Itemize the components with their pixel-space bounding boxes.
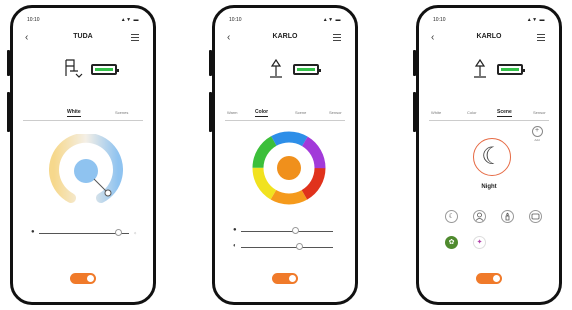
scene-person-icon[interactable] <box>473 210 486 223</box>
slider-thumb[interactable] <box>296 243 304 250</box>
phone-karlo-scene: 10:10 ▲▼ ▬ ‹ KARLO White Color Scene Sen… <box>413 5 562 305</box>
device-title: KARLO <box>476 33 502 40</box>
scene-party-icon[interactable]: ✦ <box>473 236 486 249</box>
tab-sensor[interactable]: Sensor <box>533 110 546 115</box>
brightness-icon: ● <box>31 229 35 235</box>
side-button <box>7 50 10 76</box>
brightness-max-icon: ☼ <box>133 230 137 235</box>
battery-indicator <box>497 64 525 75</box>
tab-scene[interactable]: Scene <box>295 110 306 115</box>
slider-track <box>241 231 333 232</box>
tab-color[interactable]: Color <box>467 110 477 115</box>
power-toggle[interactable] <box>70 273 96 284</box>
status-system-icons: ▲▼ ▬ <box>526 17 545 23</box>
side-button <box>209 92 212 132</box>
screen: 10:10 ▲▼ ▬ ‹ KARLO White Color Scene Sen… <box>425 14 553 296</box>
screen: 10:10 ▲▼ ▬ ‹ KARLO Warm Color Scene Sens… <box>221 14 349 296</box>
title-bar: ‹ KARLO <box>221 32 349 46</box>
bulb-icon <box>270 58 282 78</box>
lamp-icon <box>65 59 83 78</box>
tab-scene[interactable]: Scene <box>497 109 512 117</box>
scene-nature-icon[interactable]: ✿ <box>445 236 458 249</box>
title-bar: ‹ TUDA <box>19 32 147 46</box>
side-button <box>413 92 416 132</box>
tab-scenes[interactable]: Scenes <box>115 110 128 115</box>
battery-cap <box>319 69 321 72</box>
status-system-icons: ▲▼ ▬ <box>120 17 139 23</box>
saturation-icon: ◐ <box>233 243 237 249</box>
toggle-knob <box>87 275 94 282</box>
phone-tuda: 10:10 ▲▼ ▬ ‹ TUDA White Scenes ● ☼ <box>7 5 156 305</box>
side-button <box>413 50 416 76</box>
color-wheel[interactable] <box>251 130 327 206</box>
brightness-icon: ● <box>233 227 237 233</box>
title-bar: ‹ KARLO <box>425 32 553 46</box>
status-bar: 10:10 ▲▼ ▬ <box>431 16 547 26</box>
status-time: 10:10 <box>27 17 40 23</box>
battery-cap <box>117 69 119 72</box>
battery-fill <box>297 68 315 71</box>
saturation-slider[interactable]: ◐ <box>233 242 341 252</box>
tv-icon <box>531 213 540 220</box>
device-status <box>425 54 553 84</box>
slider-track <box>241 247 333 248</box>
brightness-slider[interactable]: ● <box>233 226 341 236</box>
toggle-knob <box>493 275 500 282</box>
bulb-icon <box>474 58 486 78</box>
add-scene[interactable]: + Add <box>531 126 543 142</box>
side-button <box>209 50 212 76</box>
status-bar: 10:10 ▲▼ ▬ <box>25 16 141 26</box>
selected-scene-moon-icon[interactable]: ☾ <box>473 138 511 176</box>
battery-indicator <box>91 64 119 75</box>
battery-cap <box>523 69 525 72</box>
tab-warm[interactable]: Warm <box>227 110 238 115</box>
slider-thumb[interactable] <box>115 229 123 236</box>
battery-fill <box>95 68 113 71</box>
scene-name: Night <box>481 184 497 190</box>
slider-thumb[interactable] <box>292 227 299 234</box>
toggle-knob <box>289 275 296 282</box>
tab-sensor[interactable]: Sensor <box>329 110 342 115</box>
power-toggle[interactable] <box>476 273 502 284</box>
white-temperature-wheel[interactable] <box>49 134 123 208</box>
menu-icon[interactable] <box>333 34 341 41</box>
device-status <box>19 54 147 84</box>
moon-icon: ☾ <box>481 143 503 170</box>
scene-tv-icon[interactable] <box>529 210 542 223</box>
battery-indicator <box>293 64 321 75</box>
battery-fill <box>501 68 519 71</box>
menu-icon[interactable] <box>131 34 139 41</box>
device-title: KARLO <box>272 33 298 40</box>
tab-bar: Warm Color Scene Sensor <box>225 108 345 121</box>
candle-icon <box>505 212 510 221</box>
scene-candle-icon[interactable] <box>501 210 514 223</box>
status-bar: 10:10 ▲▼ ▬ <box>227 16 343 26</box>
brightness-slider[interactable]: ● ☼ <box>31 228 137 238</box>
add-label: Add <box>534 138 540 142</box>
status-time: 10:10 <box>433 17 446 23</box>
tab-bar: White Scenes <box>23 108 143 121</box>
menu-icon[interactable] <box>537 34 545 41</box>
tab-white[interactable]: White <box>431 110 441 115</box>
tab-bar: White Color Scene Sensor <box>429 108 549 121</box>
scene-night-icon[interactable]: ☾ <box>445 210 458 223</box>
screen: 10:10 ▲▼ ▬ ‹ TUDA White Scenes ● ☼ <box>19 14 147 296</box>
tab-white[interactable]: White <box>67 109 81 117</box>
device-title: TUDA <box>73 33 93 40</box>
tab-color[interactable]: Color <box>255 109 269 117</box>
status-system-icons: ▲▼ ▬ <box>322 17 341 23</box>
side-button <box>7 92 10 132</box>
phone-karlo-color: 10:10 ▲▼ ▬ ‹ KARLO Warm Color Scene Sens… <box>209 5 358 305</box>
status-time: 10:10 <box>229 17 242 23</box>
device-status <box>221 54 349 84</box>
power-toggle[interactable] <box>272 273 298 284</box>
person-icon <box>475 212 484 221</box>
add-icon[interactable]: + <box>531 126 543 137</box>
moon-icon: ☾ <box>448 213 455 220</box>
